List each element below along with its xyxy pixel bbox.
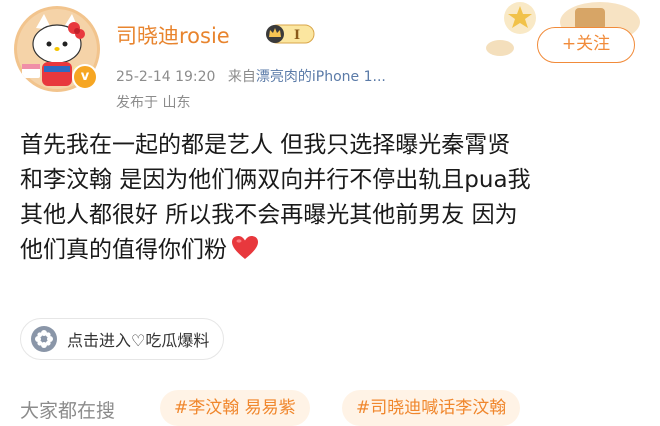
content-line: 首先我在一起的都是艺人 但我只选择曝光秦霄贤	[20, 132, 511, 158]
trending-label: 大家都在搜	[20, 400, 116, 422]
vip-level: I	[294, 28, 300, 43]
content-line-text: 他们真的值得你们粉	[20, 237, 227, 263]
source-device-link[interactable]: 漂亮肉的iPhone 1...	[256, 69, 386, 85]
topic-label: 点击进入♡吃瓜爆料	[67, 331, 210, 350]
red-heart-icon	[232, 236, 258, 259]
post-date: 25-2-14 19:20	[116, 69, 216, 85]
weibo-post: v 司晓迪rosie I 25-2-14 19:20 来自漂亮肉的iPhone …	[0, 0, 660, 426]
username[interactable]: 司晓迪rosie	[116, 20, 230, 50]
content-line: 其他人都很好 所以我不会再曝光其他前男友 因为	[20, 202, 518, 228]
post-content: 首先我在一起的都是艺人 但我只选择曝光秦霄贤 和李汶翰 是因为他们俩双向并行不停…	[20, 128, 640, 268]
follow-button[interactable]: +关注	[537, 27, 635, 63]
verified-badge-icon: v	[72, 64, 98, 90]
post-location: 发布于 山东	[116, 95, 191, 111]
vip-crown-badge-icon[interactable]: I	[264, 22, 316, 46]
content-line-last: 他们真的值得你们粉	[20, 233, 640, 268]
flower-icon	[31, 326, 57, 352]
post-meta: 25-2-14 19:20 来自漂亮肉的iPhone 1...	[116, 66, 386, 86]
trending-chip[interactable]: #司晓迪喊话李汶翰	[342, 390, 521, 426]
content-line: 和李汶翰 是因为他们俩双向并行不停出轨且pua我	[20, 167, 531, 193]
topic-link[interactable]: 点击进入♡吃瓜爆料	[20, 318, 225, 360]
trending-chip[interactable]: #李汶翰 易易紫	[160, 390, 310, 426]
source-prefix: 来自	[227, 69, 256, 85]
